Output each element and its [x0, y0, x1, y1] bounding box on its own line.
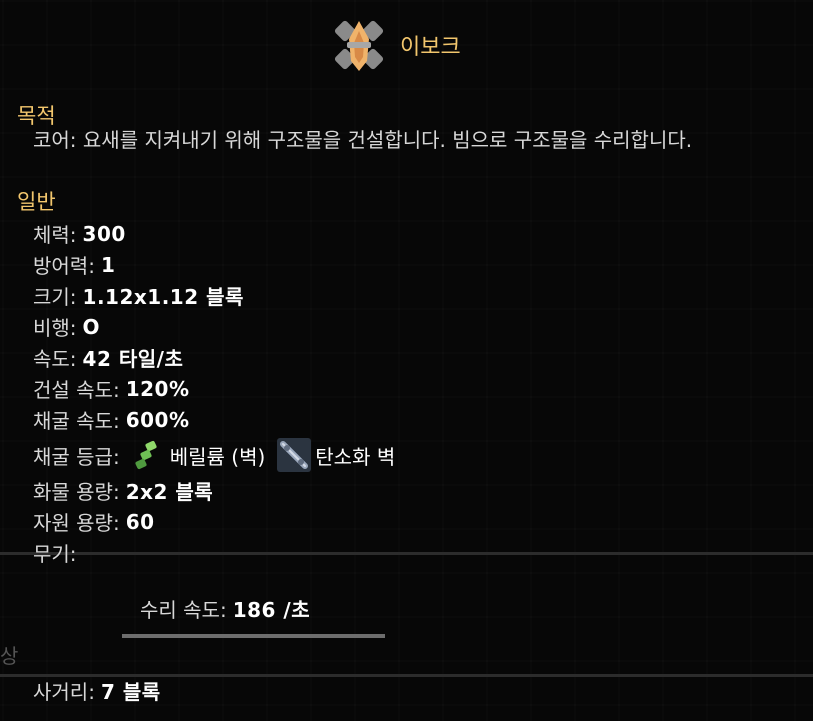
stat-flying: 비행: O	[33, 311, 395, 342]
evoke-unit-icon	[334, 20, 384, 71]
tungsten-wall-icon	[277, 438, 312, 472]
stat-label: 자원 용량:	[33, 511, 120, 535]
stat-label: 사거리:	[33, 680, 95, 704]
stat-value: 60	[125, 509, 155, 534]
stat-value: 600%	[125, 407, 190, 432]
stat-label: 체력:	[33, 223, 77, 247]
stat-speed: 속도: 42 타일/초	[33, 342, 395, 373]
purpose-heading: 목적	[17, 104, 56, 128]
purpose-description: 코어: 요새를 지켜내기 위해 구조물을 건설합니다. 빔으로 구조물을 수리합…	[33, 128, 693, 152]
stat-value: 42 타일/초	[82, 347, 184, 371]
stat-health: 체력: 300	[33, 218, 395, 249]
stat-label: 비행:	[33, 316, 77, 340]
general-stats: 체력: 300 방어력: 1 크기: 1.12x1.12 블록 비행: O 속도…	[33, 218, 395, 568]
ore-name-beryllium: 베릴륨 (벽)	[169, 444, 266, 469]
stat-range: 사거리: 7 블록	[33, 676, 161, 705]
stat-label: 방어력:	[33, 254, 95, 278]
stat-label: 채굴 속도:	[33, 409, 120, 433]
stat-armor: 방어력: 1	[33, 249, 395, 280]
weapon-separator-bar	[122, 634, 385, 638]
general-heading: 일반	[17, 190, 56, 214]
stat-value: 1	[100, 252, 116, 277]
stat-value: 2x2 블록	[125, 480, 214, 504]
unit-name: 이보크	[400, 35, 461, 60]
stat-value: 120%	[125, 376, 190, 401]
ore-name-tungsten: 탄소화 벽	[315, 444, 396, 469]
section-heading-partial: 상	[0, 644, 19, 668]
stat-label: 크기:	[33, 285, 77, 309]
stat-resource-capacity: 자원 용량: 60	[33, 506, 395, 537]
stat-value: 1.12x1.12 블록	[82, 285, 244, 309]
stat-label: 무기:	[33, 542, 77, 566]
stat-label: 건설 속도:	[33, 378, 120, 402]
stat-label: 수리 속도:	[140, 598, 227, 622]
unit-header: 이보크	[326, 12, 461, 78]
stat-value: O	[82, 314, 101, 339]
stat-mine-speed: 채굴 속도: 600%	[33, 404, 395, 435]
stat-mine-tier: 채굴 등급: 베릴륨 (벽) 탄소화 벽	[33, 435, 395, 475]
stat-weapons: 무기:	[33, 537, 395, 568]
stat-size: 크기: 1.12x1.12 블록	[33, 280, 395, 311]
stat-value: 300	[82, 221, 126, 246]
stat-value: 7 블록	[100, 680, 161, 704]
stat-build-speed: 건설 속도: 120%	[33, 373, 395, 404]
stat-label: 채굴 등급:	[33, 444, 120, 469]
stat-item-capacity: 화물 용량: 2x2 블록	[33, 475, 395, 506]
stat-value: 186 /초	[232, 598, 311, 622]
weapon-repair-speed: 수리 속도: 186 /초	[140, 594, 310, 623]
beryllium-wall-icon	[135, 440, 157, 470]
stat-label: 속도:	[33, 347, 77, 371]
stat-label: 화물 용량:	[33, 480, 120, 504]
